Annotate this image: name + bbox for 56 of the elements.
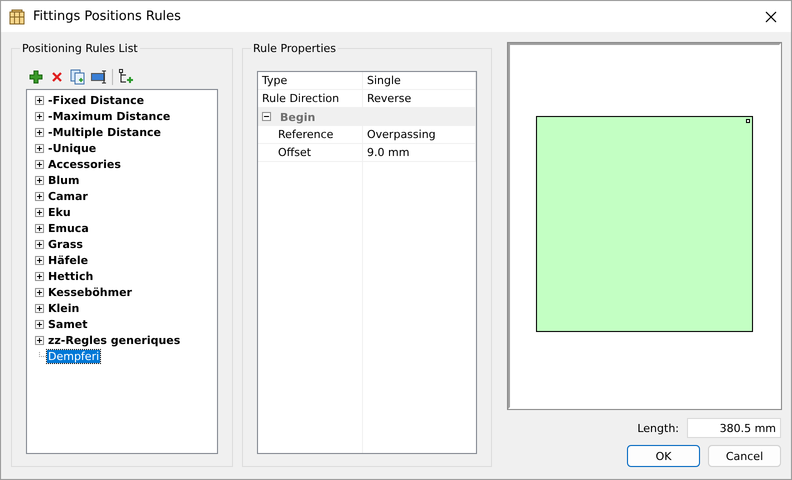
group-title: Positioning Rules List [20, 42, 140, 55]
tree-item[interactable]: Häfele [47, 254, 90, 266]
expand-icon[interactable] [35, 320, 44, 328]
length-field[interactable]: 380.5 mm [687, 418, 781, 438]
tree-item[interactable]: -Fixed Distance [47, 94, 146, 106]
tree-item[interactable]: zz-Regles generiques [47, 334, 182, 346]
tree-item[interactable]: Hettich [47, 270, 94, 282]
expand-icon[interactable] [35, 288, 44, 296]
property-value[interactable]: Single [363, 72, 476, 89]
rename-icon[interactable] [91, 69, 107, 85]
tree-item[interactable]: Samet [47, 318, 89, 330]
category-name: Begin [280, 110, 316, 124]
expand-icon[interactable] [35, 96, 44, 104]
property-name: Offset [258, 144, 363, 161]
tree-item[interactable]: Kesseböhmer [47, 286, 133, 298]
expand-icon[interactable] [35, 192, 44, 200]
tree-item[interactable]: -Maximum Distance [47, 110, 172, 122]
property-value[interactable]: 9.0 mm [363, 144, 476, 161]
add-icon[interactable] [28, 69, 44, 85]
expand-icon[interactable] [35, 160, 44, 168]
collapse-icon[interactable] [262, 112, 271, 120]
property-value[interactable]: Overpassing [363, 126, 476, 143]
expand-icon[interactable] [35, 144, 44, 152]
dialog-button[interactable]: OK [627, 445, 700, 467]
expand-icon[interactable] [35, 176, 44, 184]
expand-icon[interactable] [35, 272, 44, 280]
window-title: Fittings Positions Rules [33, 9, 182, 24]
length-label: Length: [637, 422, 679, 434]
property-name: Rule Direction [258, 90, 363, 107]
add-child-icon[interactable] [118, 69, 134, 85]
expand-icon[interactable] [35, 256, 44, 264]
tree-item[interactable]: Grass [47, 238, 84, 250]
property-value[interactable]: Reverse [363, 90, 476, 107]
tree-item[interactable]: Klein [47, 302, 80, 314]
tree-item[interactable]: -Multiple Distance [47, 126, 162, 138]
property-name: Reference [258, 126, 363, 143]
expand-icon[interactable] [35, 112, 44, 120]
tree-item[interactable]: Camar [47, 190, 89, 202]
cabinet-icon [9, 8, 25, 24]
tree-item[interactable]: Eku [47, 206, 72, 218]
tree-item[interactable]: Emuca [47, 222, 90, 234]
expand-icon[interactable] [35, 224, 44, 232]
expand-icon[interactable] [35, 336, 44, 344]
dialog-button[interactable]: Cancel [708, 445, 781, 467]
expand-icon[interactable] [35, 208, 44, 216]
property-name: Type [258, 72, 363, 89]
expand-icon[interactable] [35, 304, 44, 312]
tree-item[interactable]: -Unique [47, 142, 98, 154]
tree-item[interactable]: Dempferi [47, 350, 100, 362]
copy-icon[interactable] [70, 69, 86, 85]
group-title: Rule Properties [251, 42, 338, 55]
expand-icon[interactable] [35, 128, 44, 136]
close-icon[interactable] [765, 10, 777, 22]
expand-icon[interactable] [35, 240, 44, 248]
tree-item[interactable]: Blum [47, 174, 80, 186]
tree-item[interactable]: Accessories [47, 158, 122, 170]
